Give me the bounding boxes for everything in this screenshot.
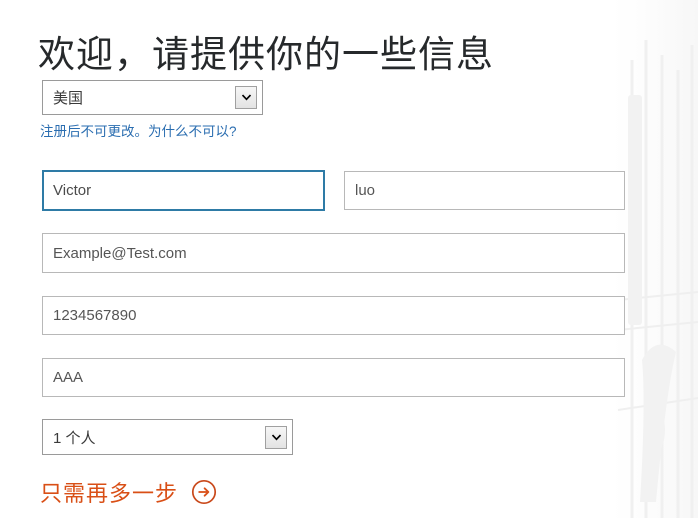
country-select[interactable]: 美国	[42, 80, 263, 115]
phone-input[interactable]	[42, 296, 625, 335]
signup-form-page: 欢迎，请提供你的一些信息 美国 注册后不可更改。为什么不可以? 1 个人 只需再…	[0, 0, 698, 518]
country-select-value: 美国	[53, 90, 84, 107]
chevron-down-icon	[241, 94, 251, 101]
next-step-cta-label: 只需再多一步	[40, 481, 179, 506]
company-size-select[interactable]: 1 个人	[42, 419, 293, 455]
country-select-chevron-button[interactable]	[235, 86, 257, 109]
chevron-down-icon	[271, 433, 281, 441]
country-change-note-link[interactable]: 注册后不可更改。为什么不可以?	[40, 120, 237, 140]
circled-arrow-right-icon[interactable]	[191, 479, 217, 505]
email-input[interactable]	[42, 233, 625, 273]
company-size-select-value: 1 个人	[53, 429, 96, 447]
next-step-cta[interactable]: 只需再多一步	[40, 476, 217, 508]
page-title: 欢迎，请提供你的一些信息	[38, 33, 494, 75]
company-size-select-chevron-button[interactable]	[265, 425, 287, 449]
first-name-input[interactable]	[42, 170, 325, 211]
company-name-input[interactable]	[42, 358, 625, 397]
last-name-input[interactable]	[344, 171, 625, 210]
